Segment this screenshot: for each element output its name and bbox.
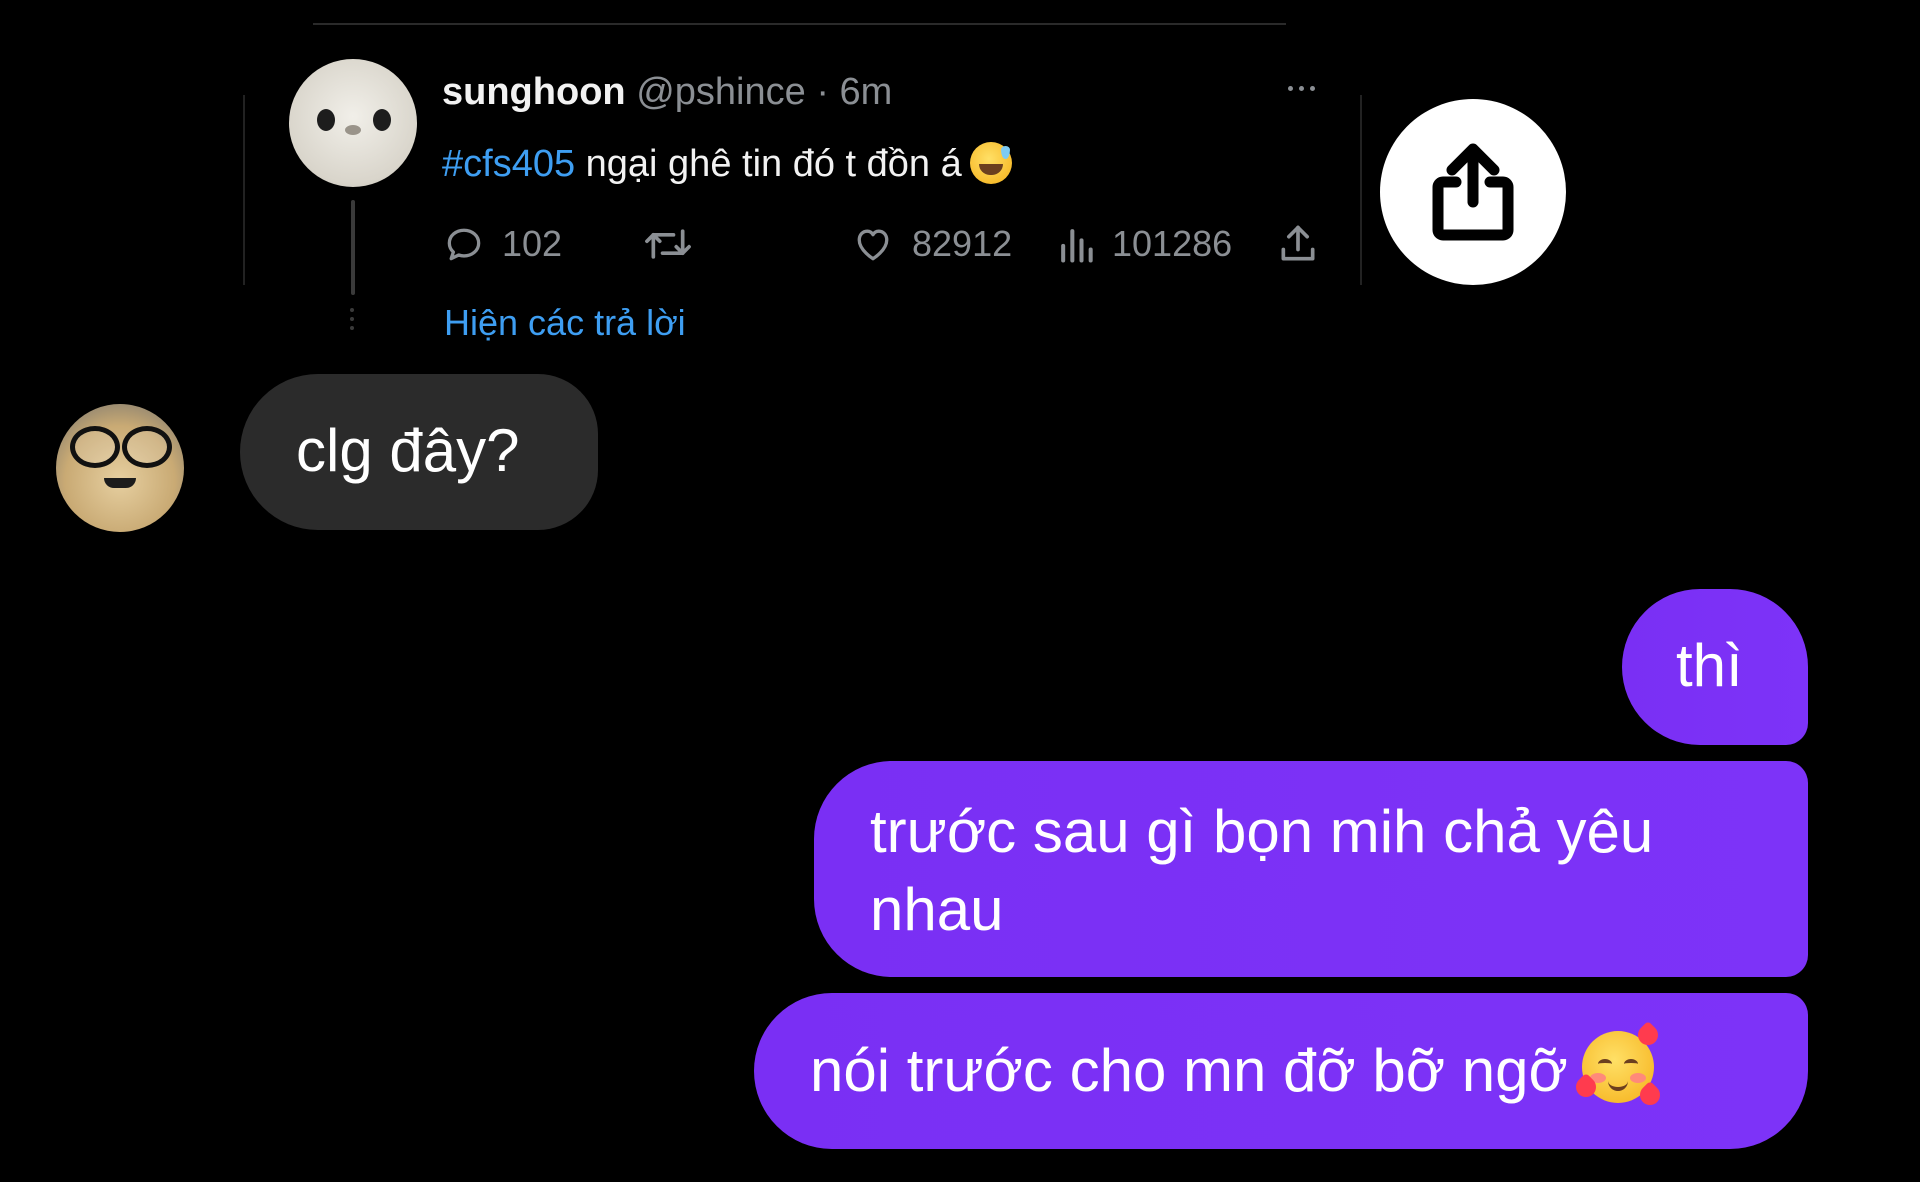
header-separator: · xyxy=(816,71,829,113)
tweet-hashtag[interactable]: #cfs405 xyxy=(442,143,575,185)
incoming-message-bubble[interactable]: clg đây? xyxy=(240,374,598,530)
message-text: clg đây? xyxy=(296,417,520,484)
show-replies-link[interactable]: Hiện các trả lời xyxy=(444,302,686,344)
avatar-eye xyxy=(317,109,335,131)
thread-dots xyxy=(350,308,356,330)
tweet-actions-bar: 102 82912 101286 xyxy=(442,218,1322,270)
comment-icon xyxy=(447,228,481,261)
retweet-icon xyxy=(645,229,691,259)
share-icon xyxy=(1432,143,1514,241)
tweet-body-text: ngại ghê tin đó t đồn á xyxy=(575,143,962,185)
outgoing-message-bubble[interactable]: thì xyxy=(1622,589,1808,745)
like-button[interactable]: 82912 xyxy=(850,218,1012,270)
avatar-glasses xyxy=(122,426,172,468)
message-text: nói trước cho mn đỡ bỡ ngỡ xyxy=(810,1037,1568,1104)
tweet-header: sunghoon @pshince · 6m xyxy=(442,70,892,114)
reply-button[interactable]: 102 xyxy=(442,218,562,270)
heart-icon xyxy=(857,229,889,261)
views-button[interactable]: 101286 xyxy=(1056,218,1232,270)
upload-icon xyxy=(1281,225,1315,261)
avatar-eye xyxy=(373,109,391,131)
share-fab-button[interactable] xyxy=(1380,99,1566,285)
tweet-author-avatar[interactable] xyxy=(289,59,417,187)
outgoing-message-bubble[interactable]: nói trước cho mn đỡ bỡ ngỡ xyxy=(754,993,1808,1149)
views-count: 101286 xyxy=(1112,223,1233,264)
smiling-face-with-hearts-emoji-icon xyxy=(1571,1020,1665,1110)
reply-count: 102 xyxy=(502,223,563,264)
sweat-smile-emoji-icon xyxy=(969,142,1012,184)
tweet-author-name[interactable]: sunghoon xyxy=(442,71,626,113)
tweet-text: #cfs405 ngại ghê tin đó t đồn á xyxy=(442,141,1012,187)
outgoing-message-bubble[interactable]: trước sau gì bọn mih chả yêu nhau xyxy=(814,761,1808,977)
avatar-glasses xyxy=(70,426,120,468)
message-text: trước sau gì bọn mih chả yêu nhau xyxy=(870,798,1654,943)
tweet-author-handle[interactable]: @pshince xyxy=(636,71,806,113)
top-divider xyxy=(313,23,1286,25)
message-text: thì xyxy=(1676,632,1743,699)
avatar-nose xyxy=(345,125,361,135)
avatar-mustache xyxy=(104,478,136,488)
tweet-share-button[interactable] xyxy=(1276,218,1320,270)
sender-avatar[interactable] xyxy=(56,404,184,532)
retweet-button[interactable] xyxy=(642,218,710,270)
thread-line xyxy=(351,200,355,295)
like-count: 82912 xyxy=(912,223,1013,264)
tweet-timestamp[interactable]: 6m xyxy=(840,71,893,113)
bar-chart-icon xyxy=(1061,229,1093,263)
more-horizontal-icon[interactable] xyxy=(1288,86,1315,91)
